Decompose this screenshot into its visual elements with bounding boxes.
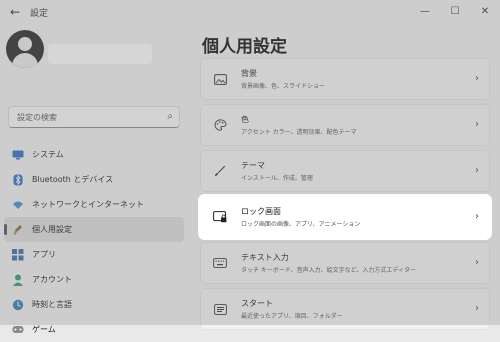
search-icon[interactable]: ⌕	[167, 111, 173, 122]
window-controls: — ☐ ✕	[410, 0, 500, 22]
chevron-right-icon: ›	[475, 257, 479, 268]
minimize-icon[interactable]: —	[410, 0, 440, 22]
sidebar-item-apps[interactable]: アプリ	[4, 242, 184, 267]
wifi-icon	[12, 199, 24, 211]
palette-icon	[213, 118, 227, 132]
person-icon	[12, 274, 24, 286]
card-title: 背景	[241, 69, 257, 78]
chevron-right-icon: ›	[475, 165, 479, 176]
sidebar-item-network[interactable]: ネットワークとインターネット	[4, 192, 184, 217]
sidebar-item-accounts[interactable]: アカウント	[4, 267, 184, 292]
sidebar-item-personalization[interactable]: 個人用設定	[4, 217, 184, 242]
card-title: テキスト入力	[241, 253, 289, 262]
settings-window: ← 設定 — ☐ ✕ ⌕ システム	[0, 0, 500, 334]
search-box: ⌕	[8, 106, 180, 128]
sidebar-item-time-language[interactable]: 時刻と言語	[4, 292, 184, 317]
card-subtitle: 背景画像、色、スライドショー	[241, 83, 326, 90]
start-menu-icon	[213, 302, 227, 316]
sidebar-item-label: ネットワークとインターネット	[32, 200, 144, 209]
chevron-right-icon: ›	[475, 119, 479, 130]
card-themes[interactable]: テーマ インストール、作成、管理 ›	[200, 150, 490, 192]
window-title: 設定	[30, 8, 49, 19]
gamepad-icon	[12, 324, 24, 336]
active-indicator	[4, 224, 7, 235]
lock-screen-icon	[213, 210, 227, 224]
avatar	[6, 30, 44, 68]
card-text-input[interactable]: テキスト入力 タッチ キーボード、音声入力、絵文字など、入力方式エディター ›	[200, 242, 490, 284]
card-title: テーマ	[241, 161, 265, 170]
sidebar-item-label: システム	[32, 150, 64, 159]
card-subtitle: 最近使ったアプリ、項目、フォルダー	[241, 313, 343, 320]
card-title: ロック画面	[241, 207, 281, 216]
sidebar-item-label: アカウント	[32, 275, 72, 284]
sidebar-item-label: 時刻と言語	[32, 300, 72, 309]
redacted-user-name	[48, 44, 152, 64]
card-colors[interactable]: 色 アクセント カラー、透明効果、配色テーマ ›	[200, 104, 490, 146]
sidebar-item-bluetooth[interactable]: Bluetooth とデバイス	[4, 167, 184, 192]
sidebar-item-label: Bluetooth とデバイス	[32, 175, 114, 184]
sidebar-item-label: 個人用設定	[32, 225, 72, 234]
sidebar-item-gaming[interactable]: ゲーム	[4, 317, 184, 342]
sidebar-item-system[interactable]: システム	[4, 142, 184, 167]
card-subtitle: アクセント カラー、透明効果、配色テーマ	[241, 129, 357, 136]
image-icon	[213, 72, 227, 86]
main-content: 個人用設定 背景 背景画像、色、スライドショー › 色 アクセント カラー、透明…	[188, 24, 500, 330]
card-title: 色	[241, 115, 249, 124]
apps-icon	[12, 248, 24, 261]
brush-icon	[12, 224, 24, 236]
chevron-right-icon: ›	[475, 303, 479, 314]
brush-icon	[213, 164, 227, 178]
card-subtitle: タッチ キーボード、音声入力、絵文字など、入力方式エディター	[241, 267, 416, 274]
title-bar: ← 設定 — ☐ ✕	[0, 0, 500, 24]
search-input[interactable]	[15, 111, 159, 123]
keyboard-icon	[213, 256, 227, 270]
chevron-right-icon: ›	[475, 73, 479, 84]
card-start[interactable]: スタート 最近使ったアプリ、項目、フォルダー ›	[200, 288, 490, 330]
user-profile[interactable]	[6, 30, 186, 74]
card-title: スタート	[241, 299, 273, 308]
card-background[interactable]: 背景 背景画像、色、スライドショー ›	[200, 58, 490, 100]
bluetooth-icon	[12, 174, 24, 186]
sidebar-item-label: アプリ	[32, 250, 56, 259]
card-subtitle: インストール、作成、管理	[241, 175, 313, 182]
close-icon[interactable]: ✕	[470, 0, 500, 22]
monitor-icon	[12, 149, 24, 161]
page-title: 個人用設定	[202, 37, 287, 57]
card-lock-screen-highlight[interactable]: ロック画面 ロック画面の画像、アプリ、アニメーション ›	[200, 196, 490, 238]
sidebar-nav: システム Bluetooth とデバイス ネットワークとインターネット 個人用設…	[0, 142, 188, 342]
chevron-right-icon: ›	[475, 211, 479, 222]
maximize-icon[interactable]: ☐	[440, 0, 470, 22]
sidebar-item-label: ゲーム	[32, 325, 56, 334]
back-arrow-icon[interactable]: ←	[4, 1, 26, 23]
card-subtitle: ロック画面の画像、アプリ、アニメーション	[241, 221, 361, 228]
sidebar: ⌕ システム Bluetooth とデバイス ネットワークとインターネット	[0, 24, 188, 334]
globe-clock-icon	[12, 299, 24, 311]
